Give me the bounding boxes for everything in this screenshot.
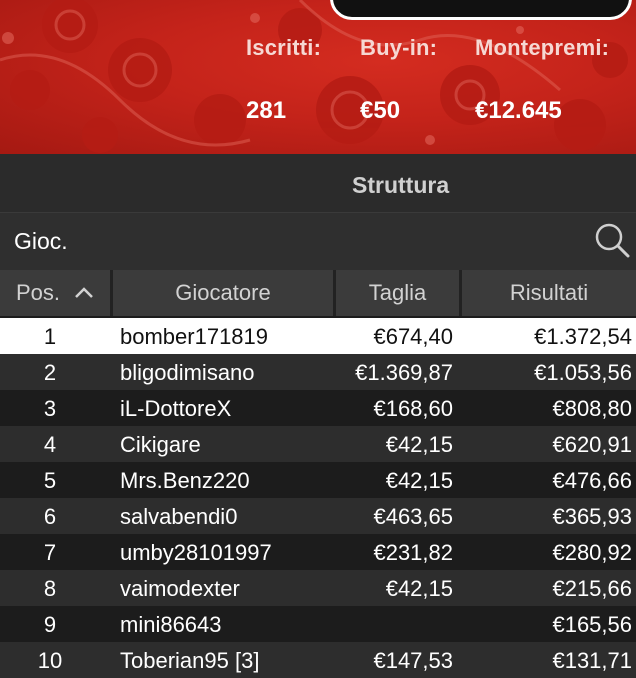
row-result: €215,66 (552, 576, 632, 601)
row-player: mini86643 (120, 612, 222, 637)
row-position: 9 (43, 612, 57, 637)
table-row[interactable]: 3 iL-DottoreX €168,60 €808,80 (0, 390, 636, 426)
row-position: 5 (43, 468, 57, 493)
buyin-label: Buy-in: (360, 35, 438, 60)
row-result: €476,66 (552, 468, 632, 493)
registered-label: Iscritti: (246, 35, 322, 60)
row-size: €463,65 (373, 504, 453, 529)
section-bar (0, 154, 636, 212)
prizepool-label: Montepremi: (475, 35, 610, 60)
table-row[interactable]: 6 salvabendi0 €463,65 €365,93 (0, 498, 636, 534)
row-position: 10 (37, 648, 63, 673)
row-player: Mrs.Benz220 (120, 468, 250, 493)
row-size: €168,60 (373, 396, 453, 421)
row-result: €280,92 (552, 540, 632, 565)
standings-table-body: 1 bomber171819 €674,40 €1.372,54 2 bligo… (0, 318, 636, 678)
row-result: €808,80 (552, 396, 632, 421)
tournament-header: Iscritti: Buy-in: Montepremi: 281 €50 €1… (0, 0, 636, 154)
table-row[interactable]: 8 vaimodexter €42,15 €215,66 (0, 570, 636, 606)
row-size: €42,15 (385, 432, 453, 457)
table-row[interactable]: 4 Cikigare €42,15 €620,91 (0, 426, 636, 462)
row-result: €620,91 (552, 432, 632, 457)
row-player: bomber171819 (120, 324, 269, 349)
registered-value: 281 (246, 97, 287, 124)
row-size: €147,53 (373, 648, 453, 673)
table-row[interactable]: 7 umby28101997 €231,82 €280,92 (0, 534, 636, 570)
column-header-results[interactable]: Risultati (462, 270, 636, 316)
floral-pattern-decoration (0, 0, 628, 153)
search-icon[interactable] (594, 222, 630, 258)
row-result: €131,71 (552, 648, 632, 673)
section-title[interactable]: Struttura (352, 172, 449, 199)
row-player: vaimodexter (120, 576, 240, 601)
column-header-player[interactable]: Giocatore (113, 270, 333, 316)
row-player: bligodimisano (120, 360, 255, 385)
column-header-size[interactable]: Taglia (336, 270, 459, 316)
row-position: 3 (43, 396, 57, 421)
row-player: umby28101997 (120, 540, 272, 565)
prizepool-value: €12.645 (475, 97, 562, 124)
row-position: 7 (43, 540, 57, 565)
row-result: €165,56 (552, 612, 632, 637)
row-result: €1.372,54 (534, 324, 632, 349)
row-size: €231,82 (373, 540, 453, 565)
row-position: 6 (43, 504, 57, 529)
table-row[interactable]: 5 Mrs.Benz220 €42,15 €476,66 (0, 462, 636, 498)
row-result: €365,93 (552, 504, 632, 529)
column-header-position[interactable]: Pos. (0, 270, 110, 316)
player-search-bar[interactable]: Gioc. (0, 212, 636, 270)
row-player: iL-DottoreX (120, 396, 232, 421)
row-position: 8 (43, 576, 57, 601)
buyin-value: €50 (360, 97, 401, 124)
row-position: 1 (43, 324, 57, 349)
table-header: Pos. Giocatore Taglia Risultati (0, 270, 636, 316)
row-size: €674,40 (373, 324, 453, 349)
row-player: Cikigare (120, 432, 201, 457)
row-player: salvabendi0 (120, 504, 238, 529)
row-size: €1.369,87 (355, 360, 453, 385)
row-position: 4 (43, 432, 57, 457)
chevron-up-icon[interactable] (74, 287, 94, 299)
table-row[interactable]: 9 mini86643 €165,56 (0, 606, 636, 642)
row-size: €42,15 (385, 576, 453, 601)
search-label: Gioc. (14, 228, 68, 254)
row-result: €1.053,56 (534, 360, 632, 385)
row-position: 2 (43, 360, 57, 385)
row-player: Toberian95 [3] (120, 648, 260, 673)
row-size: €42,15 (385, 468, 453, 493)
header-pill-frame (330, 0, 632, 20)
table-row[interactable]: 1 bomber171819 €674,40 €1.372,54 (0, 318, 636, 354)
table-row[interactable]: 10 Toberian95 [3] €147,53 €131,71 (0, 642, 636, 678)
table-row[interactable]: 2 bligodimisano €1.369,87 €1.053,56 (0, 354, 636, 390)
